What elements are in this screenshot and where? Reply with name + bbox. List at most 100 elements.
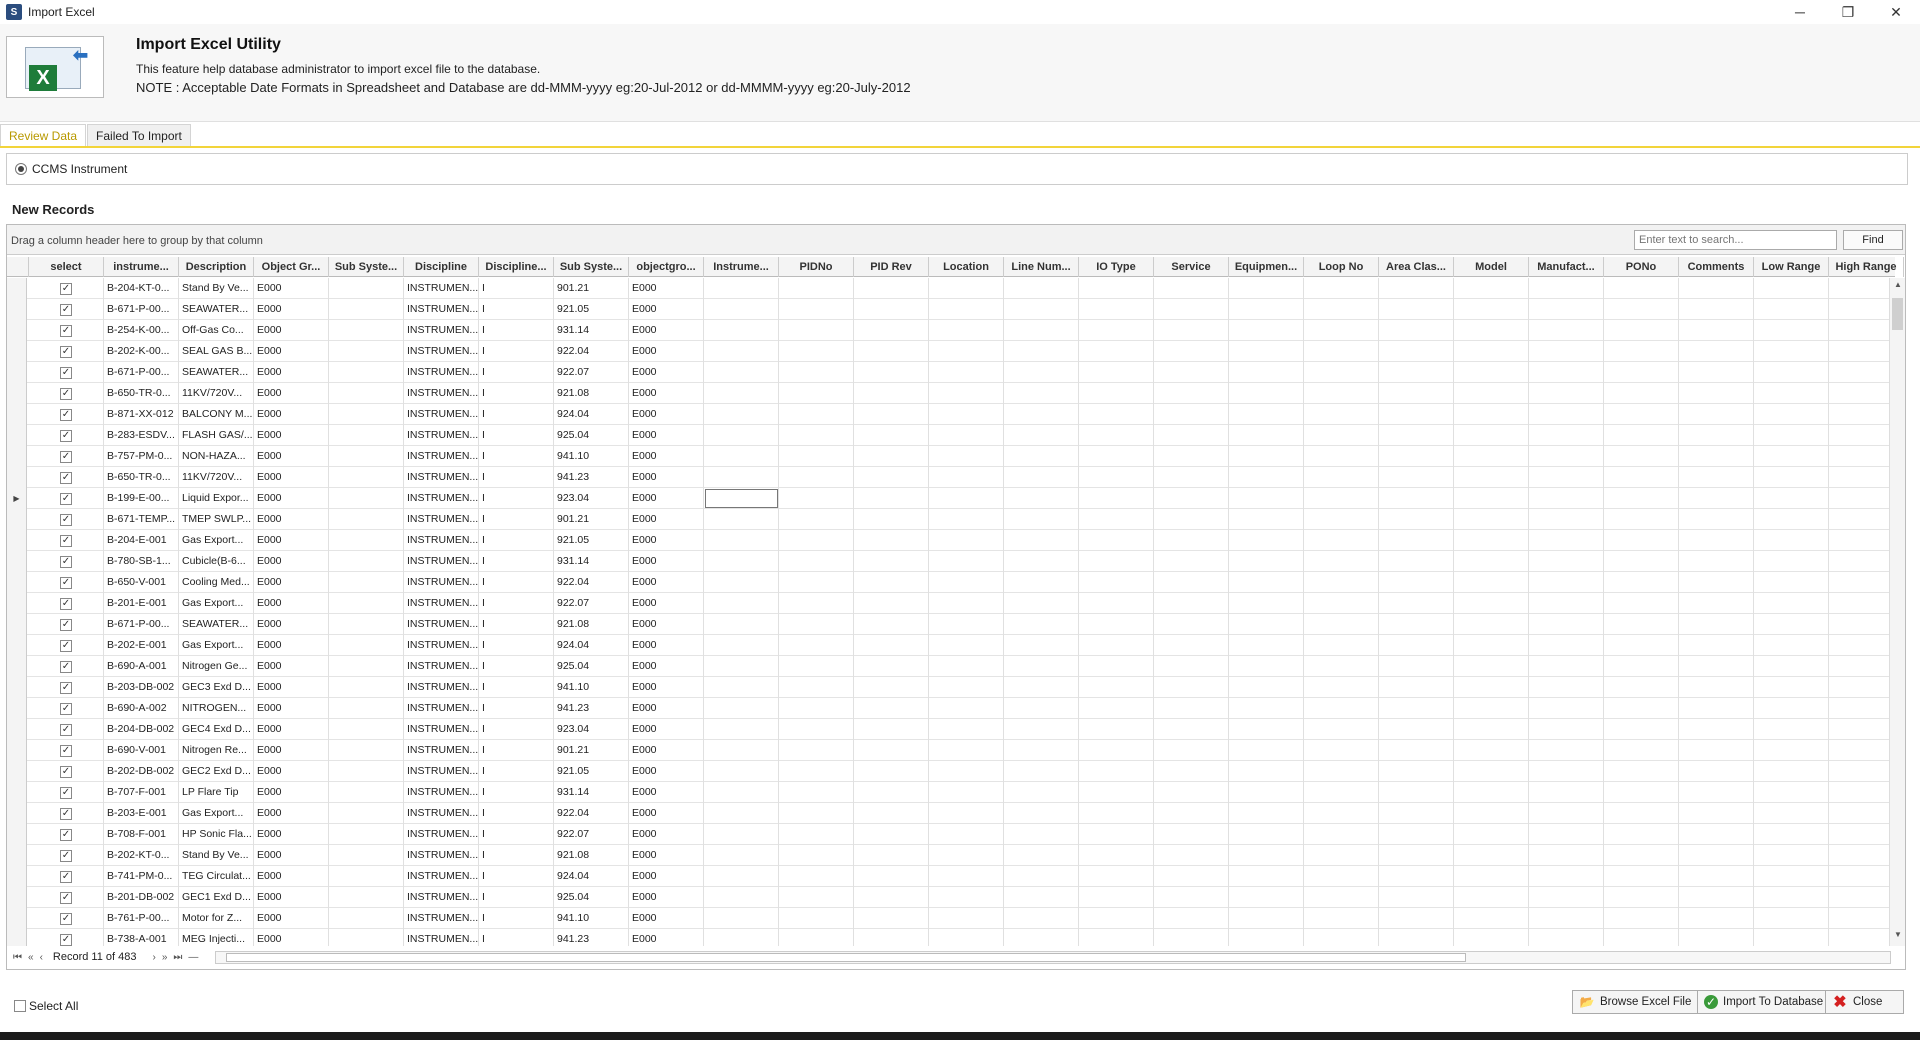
table-cell[interactable]: E000	[254, 425, 329, 446]
table-cell[interactable]	[1829, 278, 1895, 299]
select-all[interactable]: Select All	[14, 999, 78, 1013]
table-cell[interactable]	[1304, 803, 1379, 824]
select-cell[interactable]: ✓	[29, 698, 104, 719]
table-cell[interactable]: I	[479, 425, 554, 446]
table-cell[interactable]	[1079, 530, 1154, 551]
table-cell[interactable]	[1004, 425, 1079, 446]
table-cell[interactable]	[1679, 761, 1754, 782]
table-row[interactable]: ✓ B-690-A-001 Nitrogen Ge... E000 INSTRUMEN.…	[7, 656, 1895, 677]
column-header[interactable]: select	[29, 257, 104, 277]
table-cell[interactable]: 924.04	[554, 635, 629, 656]
table-cell[interactable]: B-650-TR-0...	[104, 383, 179, 404]
table-cell[interactable]: 901.21	[554, 278, 629, 299]
table-cell[interactable]	[1529, 572, 1604, 593]
table-cell[interactable]	[1379, 278, 1454, 299]
table-cell[interactable]	[929, 278, 1004, 299]
table-cell[interactable]	[1529, 761, 1604, 782]
table-cell[interactable]: 925.04	[554, 887, 629, 908]
table-cell[interactable]	[1379, 362, 1454, 383]
table-cell[interactable]	[1079, 656, 1154, 677]
select-cell[interactable]: ✓	[29, 551, 104, 572]
table-cell[interactable]	[1379, 677, 1454, 698]
table-cell[interactable]: 941.23	[554, 467, 629, 488]
table-cell[interactable]	[1304, 509, 1379, 530]
table-cell[interactable]: B-202-E-001	[104, 635, 179, 656]
table-cell[interactable]: Motor for Z...	[179, 908, 254, 929]
table-cell[interactable]	[929, 509, 1004, 530]
table-cell[interactable]	[1829, 299, 1895, 320]
table-row[interactable]: ✓ B-741-PM-0... TEG Circulat... E000 INSTRUM…	[7, 866, 1895, 887]
table-cell[interactable]	[929, 383, 1004, 404]
row-select-checkbox[interactable]: ✓	[60, 324, 72, 337]
table-cell[interactable]: I	[479, 719, 554, 740]
table-cell[interactable]: SEAWATER...	[179, 614, 254, 635]
table-cell[interactable]	[1154, 320, 1229, 341]
table-cell[interactable]	[929, 614, 1004, 635]
row-indicator[interactable]	[7, 677, 27, 698]
row-indicator[interactable]	[7, 299, 27, 320]
table-cell[interactable]	[779, 446, 854, 467]
table-row[interactable]: ✓ B-738-A-001 MEG Injecti... E000 INSTRUMEN.…	[7, 929, 1895, 946]
table-cell[interactable]	[1304, 929, 1379, 946]
table-cell[interactable]	[1229, 299, 1304, 320]
table-cell[interactable]	[329, 845, 404, 866]
table-cell[interactable]	[779, 551, 854, 572]
table-cell[interactable]	[704, 572, 779, 593]
table-cell[interactable]	[1379, 866, 1454, 887]
table-cell[interactable]: E000	[254, 530, 329, 551]
table-cell[interactable]	[1004, 572, 1079, 593]
table-cell[interactable]	[1154, 572, 1229, 593]
table-cell[interactable]: INSTRUMEN...	[404, 677, 479, 698]
table-cell[interactable]	[929, 446, 1004, 467]
prev-page-icon[interactable]: «	[28, 952, 34, 963]
table-cell[interactable]: 931.14	[554, 320, 629, 341]
table-cell[interactable]	[1754, 803, 1829, 824]
table-cell[interactable]: INSTRUMEN...	[404, 908, 479, 929]
table-cell[interactable]	[854, 551, 929, 572]
table-cell[interactable]	[1454, 698, 1529, 719]
table-cell[interactable]	[1154, 446, 1229, 467]
select-cell[interactable]: ✓	[29, 530, 104, 551]
table-cell[interactable]	[1529, 404, 1604, 425]
table-cell[interactable]	[1154, 488, 1229, 509]
table-cell[interactable]	[1754, 740, 1829, 761]
table-cell[interactable]	[1829, 467, 1895, 488]
table-cell[interactable]: INSTRUMEN...	[404, 278, 479, 299]
select-cell[interactable]: ✓	[29, 467, 104, 488]
table-row[interactable]: ✓ B-203-DB-002 GEC3 Exd D... E000 INSTRUMEN.…	[7, 677, 1895, 698]
table-cell[interactable]	[1304, 467, 1379, 488]
table-cell[interactable]	[929, 929, 1004, 946]
table-cell[interactable]: 931.14	[554, 782, 629, 803]
table-cell[interactable]	[1754, 320, 1829, 341]
table-cell[interactable]	[1004, 761, 1079, 782]
column-header[interactable]: Area Clas...	[1379, 257, 1454, 277]
table-cell[interactable]	[1754, 635, 1829, 656]
table-cell[interactable]	[1454, 635, 1529, 656]
table-cell[interactable]	[1454, 740, 1529, 761]
table-cell[interactable]: E000	[254, 299, 329, 320]
table-cell[interactable]: I	[479, 551, 554, 572]
table-cell[interactable]	[1379, 824, 1454, 845]
table-cell[interactable]: INSTRUMEN...	[404, 698, 479, 719]
table-cell[interactable]	[1379, 383, 1454, 404]
row-select-checkbox[interactable]: ✓	[60, 828, 72, 841]
table-cell[interactable]: E000	[629, 488, 704, 509]
table-cell[interactable]	[1754, 698, 1829, 719]
table-cell[interactable]	[1304, 299, 1379, 320]
table-cell[interactable]: I	[479, 404, 554, 425]
table-cell[interactable]: I	[479, 929, 554, 946]
table-cell[interactable]	[1529, 320, 1604, 341]
table-cell[interactable]	[929, 866, 1004, 887]
column-header[interactable]: Object Gr...	[254, 257, 329, 277]
table-cell[interactable]: I	[479, 908, 554, 929]
table-cell[interactable]	[1604, 572, 1679, 593]
table-cell[interactable]	[1454, 320, 1529, 341]
column-header[interactable]: Line Num...	[1004, 257, 1079, 277]
table-cell[interactable]	[1679, 782, 1754, 803]
table-cell[interactable]	[1829, 320, 1895, 341]
row-select-checkbox[interactable]: ✓	[60, 366, 72, 379]
table-cell[interactable]	[329, 908, 404, 929]
row-select-checkbox[interactable]: ✓	[60, 891, 72, 904]
table-cell[interactable]	[329, 404, 404, 425]
table-cell[interactable]	[1754, 572, 1829, 593]
